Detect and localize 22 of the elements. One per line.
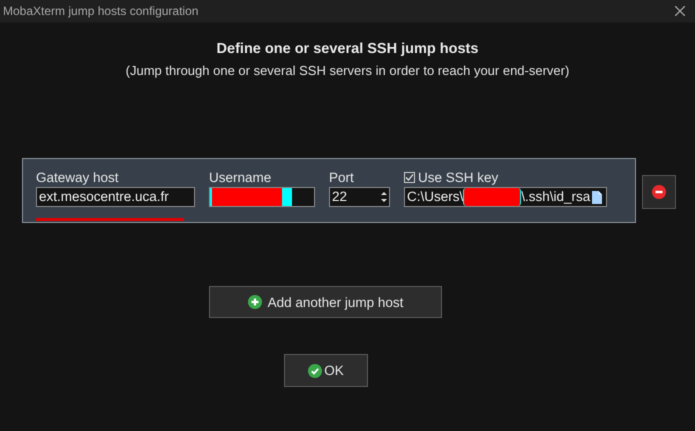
window-title: MobaXterm jump hosts configuration [3,4,198,18]
ok-button[interactable]: OK [284,354,368,387]
spin-arrows-icon[interactable] [381,191,387,203]
field-label: Port [329,169,355,186]
username-field[interactable] [209,187,315,207]
close-icon[interactable] [675,6,685,16]
key-path-field[interactable]: C:\Users\ \.ssh\id_rsa [404,187,607,207]
remove-host-button[interactable] [642,174,676,208]
field-label: Username [209,169,272,186]
plus-icon [248,295,262,309]
gateway-host-field[interactable]: ext.mesocentre.uca.fr [36,187,195,207]
text-selection [282,188,292,206]
add-host-button[interactable]: Add another jump host [209,286,442,318]
field-label: Gateway host [36,169,120,186]
dialog-heading: Define one or several SSH jump hosts [216,41,480,57]
check-icon [308,364,322,378]
dialog-subheading: (Jump through one or several SSH servers in order to reach your end-server) [124,63,570,78]
checkbox-label: Use SSH key [418,169,498,186]
minus-icon [652,184,666,198]
port-field[interactable]: 22 [329,187,390,207]
file-icon[interactable] [592,190,602,204]
checkbox[interactable] [404,172,415,183]
